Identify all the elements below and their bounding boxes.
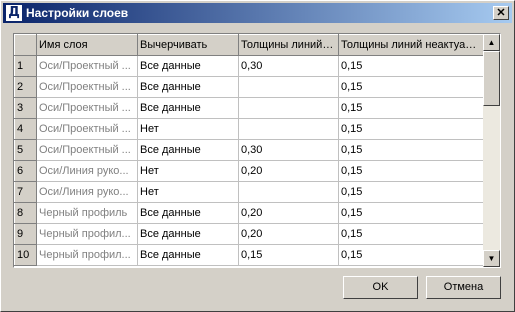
draw-cell[interactable]: Нет xyxy=(137,118,239,140)
draw-cell[interactable]: Все данные xyxy=(137,202,239,224)
row-number: 3 xyxy=(14,97,37,119)
ok-button[interactable]: OK xyxy=(343,276,418,299)
layer-name-cell[interactable]: Оси/Проектный ... xyxy=(36,76,138,98)
column-header-active-line-width[interactable]: Толщины линий ак xyxy=(238,34,339,56)
cancel-button[interactable]: Отмена xyxy=(426,276,501,299)
layer-name-cell[interactable]: Оси/Проектный ... xyxy=(36,118,138,140)
settings-dialog: Д Настройки слоев ✕ Имя слоя Вычерчивать… xyxy=(0,0,515,312)
row-number: 5 xyxy=(14,139,37,161)
active-line-width-cell[interactable] xyxy=(238,181,339,203)
draw-cell[interactable]: Все данные xyxy=(137,223,239,245)
draw-cell[interactable]: Нет xyxy=(137,160,239,182)
row-number: 9 xyxy=(14,223,37,245)
row-number: 1 xyxy=(14,55,37,77)
active-line-width-cell[interactable]: 0,30 xyxy=(238,139,339,161)
column-header-inactive-line-width[interactable]: Толщины линий неактуальн xyxy=(338,34,485,56)
column-header-draw[interactable]: Вычерчивать xyxy=(137,34,239,56)
corner-header xyxy=(14,34,37,56)
table-row[interactable]: 5 Оси/Проектный ... Все данные 0,30 0,15 xyxy=(14,139,485,161)
close-button[interactable]: ✕ xyxy=(493,6,509,20)
layer-name-cell[interactable]: Черный профил... xyxy=(36,244,138,266)
column-header-layer-name[interactable]: Имя слоя xyxy=(36,34,138,56)
scroll-down-button[interactable]: ▼ xyxy=(483,250,500,267)
active-line-width-cell[interactable]: 0,15 xyxy=(238,244,339,266)
row-number: 2 xyxy=(14,76,37,98)
table-row[interactable]: 8 Черный профиль Все данные 0,20 0,15 xyxy=(14,202,485,224)
app-icon: Д xyxy=(6,5,22,21)
inactive-line-width-cell[interactable]: 0,15 xyxy=(338,76,485,98)
vertical-scrollbar[interactable]: ▲ ▼ xyxy=(483,34,500,267)
draw-cell[interactable]: Все данные xyxy=(137,244,239,266)
scroll-thumb[interactable] xyxy=(483,51,500,106)
inactive-line-width-cell[interactable]: 0,15 xyxy=(338,244,485,266)
header-row: Имя слоя Вычерчивать Толщины линий ак То… xyxy=(14,34,485,56)
title-bar: Д Настройки слоев ✕ xyxy=(3,3,512,23)
draw-cell[interactable]: Все данные xyxy=(137,76,239,98)
inactive-line-width-cell[interactable]: 0,15 xyxy=(338,202,485,224)
layer-name-cell[interactable]: Черный профиль xyxy=(36,202,138,224)
table-row[interactable]: 2 Оси/Проектный ... Все данные 0,15 xyxy=(14,76,485,98)
row-number: 8 xyxy=(14,202,37,224)
row-number: 7 xyxy=(14,181,37,203)
window-title: Настройки слоев xyxy=(26,6,129,20)
inactive-line-width-cell[interactable]: 0,15 xyxy=(338,97,485,119)
layer-name-cell[interactable]: Оси/Линия руко... xyxy=(36,181,138,203)
draw-cell[interactable]: Все данные xyxy=(137,97,239,119)
table-row[interactable]: 3 Оси/Проектный ... Все данные 0,15 xyxy=(14,97,485,119)
active-line-width-cell[interactable]: 0,20 xyxy=(238,160,339,182)
inactive-line-width-cell[interactable]: 0,15 xyxy=(338,118,485,140)
active-line-width-cell[interactable]: 0,30 xyxy=(238,55,339,77)
layers-table: Имя слоя Вычерчивать Толщины линий ак То… xyxy=(14,34,485,266)
active-line-width-cell[interactable] xyxy=(238,76,339,98)
layer-name-cell[interactable]: Черный профил... xyxy=(36,223,138,245)
table-row[interactable]: 10 Черный профил... Все данные 0,15 0,15 xyxy=(14,244,485,266)
inactive-line-width-cell[interactable]: 0,15 xyxy=(338,139,485,161)
layer-name-cell[interactable]: Оси/Проектный ... xyxy=(36,97,138,119)
draw-cell[interactable]: Нет xyxy=(137,181,239,203)
inactive-line-width-cell[interactable]: 0,15 xyxy=(338,223,485,245)
layers-grid: Имя слоя Вычерчивать Толщины линий ак То… xyxy=(13,33,501,268)
table-row[interactable]: 1 Оси/Проектный ... Все данные 0,30 0,15 xyxy=(14,55,485,77)
active-line-width-cell[interactable] xyxy=(238,118,339,140)
inactive-line-width-cell[interactable]: 0,15 xyxy=(338,181,485,203)
table-row[interactable]: 7 Оси/Линия руко... Нет 0,15 xyxy=(14,181,485,203)
scroll-up-button[interactable]: ▲ xyxy=(483,34,500,51)
draw-cell[interactable]: Все данные xyxy=(137,55,239,77)
row-number: 6 xyxy=(14,160,37,182)
draw-cell[interactable]: Все данные xyxy=(137,139,239,161)
row-number: 4 xyxy=(14,118,37,140)
table-row[interactable]: 9 Черный профил... Все данные 0,20 0,15 xyxy=(14,223,485,245)
active-line-width-cell[interactable]: 0,20 xyxy=(238,202,339,224)
inactive-line-width-cell[interactable]: 0,15 xyxy=(338,160,485,182)
active-line-width-cell[interactable]: 0,20 xyxy=(238,223,339,245)
table-row[interactable]: 6 Оси/Линия руко... Нет 0,20 0,15 xyxy=(14,160,485,182)
active-line-width-cell[interactable] xyxy=(238,97,339,119)
layer-name-cell[interactable]: Оси/Проектный ... xyxy=(36,139,138,161)
inactive-line-width-cell[interactable]: 0,15 xyxy=(338,55,485,77)
layer-name-cell[interactable]: Оси/Линия руко... xyxy=(36,160,138,182)
layer-name-cell[interactable]: Оси/Проектный ... xyxy=(36,55,138,77)
row-number: 10 xyxy=(14,244,37,266)
table-row[interactable]: 4 Оси/Проектный ... Нет 0,15 xyxy=(14,118,485,140)
